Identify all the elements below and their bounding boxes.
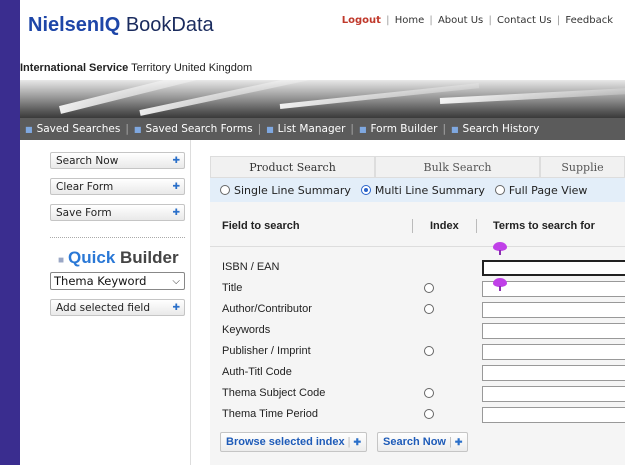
territory-info: International Service Territory United K… bbox=[20, 62, 252, 74]
header-banner bbox=[20, 80, 625, 118]
view-single-line[interactable]: Single Line Summary bbox=[220, 184, 351, 197]
plus-icon: ✚ bbox=[353, 437, 362, 447]
field-row-thema-time: Thema Time Period bbox=[210, 404, 625, 425]
field-row-auth-titl: Auth-Titl Code bbox=[210, 362, 625, 383]
view-full-page[interactable]: Full Page View bbox=[494, 184, 587, 197]
search-main: Product Search Bulk Search Supplie Singl… bbox=[210, 140, 625, 465]
field-row-thema-subject: Thema Subject Code bbox=[210, 383, 625, 404]
tab-product-search[interactable]: Product Search bbox=[210, 156, 375, 178]
quick-builder-select[interactable]: Thema Keyword ⌵ bbox=[50, 272, 185, 290]
add-selected-field-button[interactable]: Add selected field ✚ bbox=[50, 299, 185, 316]
field-row-author: Author/Contributor bbox=[210, 299, 625, 320]
service-label: International Service bbox=[20, 62, 129, 74]
thema-time-input[interactable] bbox=[482, 407, 625, 423]
plus-icon: ✚ bbox=[172, 303, 180, 313]
about-us-link[interactable]: About Us bbox=[438, 15, 483, 26]
field-row-publisher: Publisher / Imprint bbox=[210, 341, 625, 362]
page: NielsenIQ BookData Logout | Home | About… bbox=[20, 0, 625, 465]
nielseniq-bookdata-logo[interactable]: NielsenIQ BookData bbox=[28, 14, 214, 37]
logout-link[interactable]: Logout bbox=[342, 15, 381, 26]
index-radio[interactable] bbox=[424, 346, 434, 356]
chevron-down-icon: ⌵ bbox=[172, 276, 180, 287]
radio-button[interactable] bbox=[494, 185, 505, 195]
nav-search-history[interactable]: ■ Search History bbox=[446, 123, 544, 135]
thema-subject-input[interactable] bbox=[482, 386, 625, 402]
radio-button-selected[interactable] bbox=[360, 185, 371, 195]
quick-builder-title: ■ Quick Builder bbox=[58, 248, 179, 267]
bookmark-icon: ■ bbox=[25, 124, 33, 134]
header-index: Index bbox=[430, 220, 459, 232]
header-terms: Terms to search for bbox=[493, 220, 595, 232]
top-links: Logout | Home | About Us | Contact Us | … bbox=[341, 15, 613, 26]
field-row-title: Title bbox=[210, 278, 625, 299]
view-options: Single Line Summary Multi Line Summary F… bbox=[210, 178, 625, 202]
plus-icon: ✚ bbox=[172, 156, 180, 166]
search-tabs: Product Search Bulk Search Supplie bbox=[210, 156, 625, 178]
radio-button[interactable] bbox=[220, 185, 230, 195]
marker-pin-icon bbox=[493, 242, 507, 255]
tab-supplier[interactable]: Supplie bbox=[540, 156, 625, 178]
bookmark-icon: ■ bbox=[266, 124, 274, 134]
tab-bulk-search[interactable]: Bulk Search bbox=[375, 156, 540, 178]
main-nav: ■ Saved Searches | ■ Saved Search Forms | … bbox=[20, 118, 625, 140]
index-radio[interactable] bbox=[424, 388, 434, 398]
field-row-keywords: Keywords bbox=[210, 320, 625, 341]
divider bbox=[50, 237, 185, 238]
publisher-input[interactable] bbox=[482, 344, 625, 360]
auth-titl-input[interactable] bbox=[482, 365, 625, 381]
search-now-button[interactable]: Search Now ✚ bbox=[50, 152, 185, 169]
nav-list-manager[interactable]: ■ List Manager bbox=[261, 123, 350, 135]
logo-sub: BookData bbox=[120, 14, 214, 36]
isbn-input[interactable] bbox=[482, 260, 625, 276]
contact-us-link[interactable]: Contact Us bbox=[497, 15, 552, 26]
clear-form-button[interactable]: Clear Form ✚ bbox=[50, 178, 185, 195]
index-radio[interactable] bbox=[424, 409, 434, 419]
bullet-icon: ■ bbox=[58, 255, 65, 266]
nav-saved-search-forms[interactable]: ■ Saved Search Forms bbox=[129, 123, 258, 135]
plus-icon: ✚ bbox=[172, 208, 180, 218]
plus-icon: ✚ bbox=[454, 437, 463, 447]
view-multi-line[interactable]: Multi Line Summary bbox=[360, 184, 485, 197]
bookmark-icon: ■ bbox=[133, 124, 142, 134]
plus-icon: ✚ bbox=[172, 182, 180, 192]
divider bbox=[210, 246, 625, 247]
author-input[interactable] bbox=[482, 302, 625, 318]
keywords-input[interactable] bbox=[482, 323, 625, 339]
save-form-button[interactable]: Save Form ✚ bbox=[50, 204, 185, 221]
field-panel: Field to search Index Terms to search fo… bbox=[210, 202, 625, 465]
feedback-link[interactable]: Feedback bbox=[565, 15, 613, 26]
nav-saved-searches[interactable]: ■ Saved Searches bbox=[20, 123, 125, 135]
logo-brand: NielsenIQ bbox=[28, 14, 121, 36]
bookmark-icon: ■ bbox=[358, 124, 367, 134]
index-radio[interactable] bbox=[424, 304, 434, 314]
bookmark-icon: ■ bbox=[450, 124, 459, 134]
territory-label: Territory United Kingdom bbox=[128, 62, 253, 74]
header-field-to-search: Field to search bbox=[222, 220, 300, 232]
marker-pin-icon bbox=[493, 278, 507, 291]
index-radio[interactable] bbox=[424, 283, 434, 293]
browse-selected-index-button[interactable]: Browse selected index | ✚ bbox=[220, 432, 368, 452]
nav-form-builder[interactable]: ■ Form Builder bbox=[354, 123, 443, 135]
search-now-action-button[interactable]: Search Now | ✚ bbox=[377, 432, 469, 452]
field-row-isbn: ISBN / EAN bbox=[210, 257, 625, 278]
home-link[interactable]: Home bbox=[395, 15, 425, 26]
